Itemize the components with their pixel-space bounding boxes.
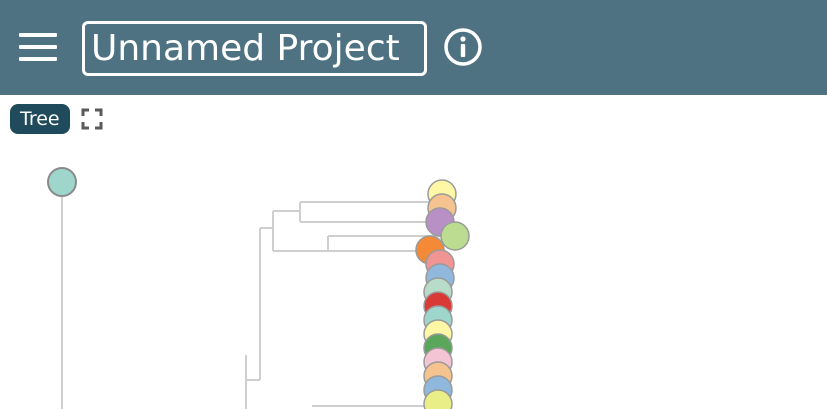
phylogenetic-tree — [47, 167, 470, 409]
hamburger-menu-icon[interactable] — [19, 33, 57, 61]
tree-leaf-nodes — [415, 179, 470, 409]
tree-branches — [61, 182, 450, 409]
tree-root-node[interactable] — [47, 167, 77, 197]
top-app-bar: Unnamed Project — [0, 0, 827, 95]
info-icon[interactable] — [443, 27, 483, 67]
fullscreen-icon[interactable] — [81, 108, 103, 130]
tab-tree[interactable]: Tree — [10, 104, 70, 134]
project-title-field[interactable]: Unnamed Project — [82, 21, 427, 76]
tree-leaf-node[interactable] — [440, 221, 470, 251]
